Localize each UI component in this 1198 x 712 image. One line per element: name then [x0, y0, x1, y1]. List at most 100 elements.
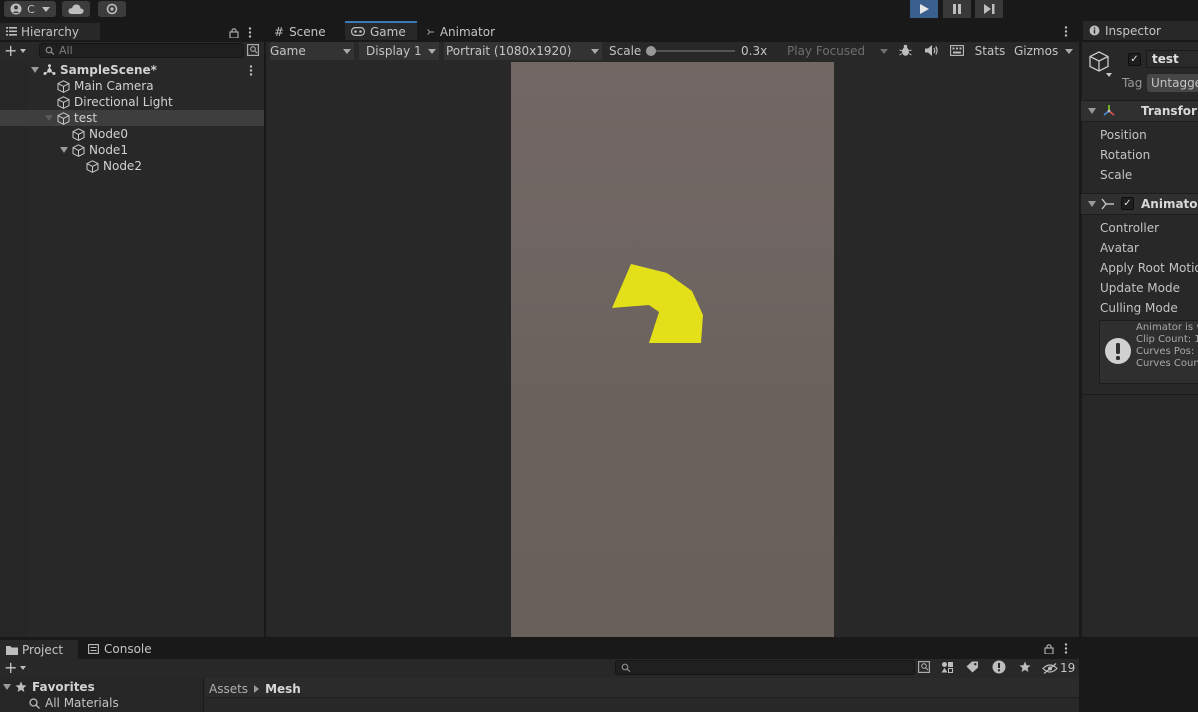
- star-icon: [15, 681, 27, 692]
- hierarchy-item-test[interactable]: test: [0, 110, 264, 126]
- tab-hierarchy-label: Hierarchy: [21, 24, 80, 39]
- object-name-input[interactable]: test: [1146, 50, 1198, 68]
- list-icon: [6, 27, 17, 36]
- project-search-input[interactable]: [615, 660, 915, 675]
- step-button[interactable]: [975, 0, 1003, 18]
- tab-console[interactable]: Console: [82, 640, 158, 657]
- hierarchy-item-label: Directional Light: [74, 95, 173, 109]
- hierarchy-item-node1[interactable]: Node1: [0, 142, 264, 158]
- hierarchy-item-node2[interactable]: Node2: [0, 158, 264, 174]
- game-mode-dropdown[interactable]: Game: [270, 42, 354, 60]
- game-viewport[interactable]: [511, 62, 834, 637]
- tab-hierarchy[interactable]: Hierarchy: [0, 23, 100, 40]
- scale-slider-track[interactable]: [651, 50, 735, 52]
- animator-enabled-checkbox[interactable]: ✓: [1121, 197, 1134, 210]
- project-create-button[interactable]: +: [2, 660, 36, 676]
- resolution-dropdown[interactable]: Portrait (1080x1920): [444, 42, 602, 60]
- scale-label: Scale: [609, 44, 642, 58]
- plus-icon: +: [4, 41, 18, 60]
- account-icon: [10, 3, 22, 15]
- cloud-button[interactable]: [62, 1, 90, 17]
- more-icon[interactable]: [1064, 643, 1068, 654]
- search-filter-icon[interactable]: [918, 661, 930, 673]
- scene-name: SampleScene*: [60, 63, 157, 77]
- chevron-down-icon: [343, 49, 351, 54]
- rotation-label: Rotation: [1100, 148, 1151, 162]
- scale-slider-handle[interactable]: [646, 46, 656, 56]
- play-button[interactable]: [910, 0, 938, 18]
- breadcrumb-assets[interactable]: Assets: [209, 682, 248, 696]
- scene-row[interactable]: SampleScene*: [0, 62, 264, 78]
- hierarchy-item-label: Node1: [89, 143, 128, 157]
- info-line: Clip Count: 1: [1136, 334, 1198, 345]
- pause-button[interactable]: [943, 0, 971, 18]
- lock-icon[interactable]: [229, 27, 239, 38]
- transform-icon: [1103, 105, 1115, 116]
- create-button[interactable]: +: [2, 43, 36, 59]
- chevron-down-icon: [45, 115, 53, 121]
- update-mode-label: Update Mode: [1100, 281, 1180, 295]
- hidden-count: 19: [1060, 661, 1076, 675]
- favorites-item-all-materials[interactable]: All Materials: [29, 696, 119, 710]
- stats-button[interactable]: Stats: [973, 42, 1007, 60]
- controller-label: Controller: [1100, 221, 1160, 235]
- services-button[interactable]: [98, 1, 126, 17]
- account-dropdown[interactable]: C: [4, 1, 56, 17]
- hierarchy-search-input[interactable]: All: [39, 43, 244, 58]
- info-line: Curves Pos: 0: [1136, 346, 1198, 357]
- favorites-label: Favorites: [32, 680, 95, 694]
- chevron-down-icon: [60, 147, 68, 153]
- breadcrumb-bar: [205, 678, 1079, 698]
- gizmos-label: Gizmos: [1014, 44, 1059, 58]
- hierarchy-item-node0[interactable]: Node0: [0, 126, 264, 142]
- tab-game[interactable]: Game: [345, 21, 417, 40]
- tab-animator[interactable]: Animator: [421, 23, 501, 40]
- favorites-row[interactable]: Favorites: [3, 680, 95, 694]
- chevron-down-icon: [591, 49, 599, 54]
- gameobject-large-icon[interactable]: [1088, 50, 1116, 78]
- tab-game-label: Game: [370, 24, 406, 39]
- tab-scene[interactable]: # Scene: [268, 23, 338, 40]
- chevron-down-icon: [1065, 49, 1073, 54]
- hierarchy-item-label: test: [74, 111, 98, 125]
- label-tag-icon[interactable]: [966, 661, 979, 673]
- star-icon[interactable]: [1019, 661, 1031, 673]
- avatar-label: Avatar: [1100, 241, 1139, 255]
- gameobject-icon: [86, 159, 99, 173]
- hierarchy-item-directional-light[interactable]: Directional Light: [0, 94, 264, 110]
- display-dropdown[interactable]: Display 1: [359, 42, 439, 60]
- tab-project-label: Project: [22, 642, 64, 657]
- console-icon: [88, 643, 99, 654]
- search-filter-icon[interactable]: [247, 44, 259, 56]
- chevron-down-icon: [20, 49, 27, 53]
- more-icon[interactable]: [248, 27, 252, 38]
- object-name-value: test: [1152, 52, 1179, 66]
- scene-more-icon[interactable]: [249, 65, 253, 76]
- warning-icon[interactable]: [992, 660, 1006, 674]
- search-icon: [45, 46, 55, 55]
- play-focused-dropdown[interactable]: Play Focused: [784, 42, 891, 60]
- scale-label: Scale: [1100, 168, 1133, 182]
- speaker-icon[interactable]: [925, 45, 938, 56]
- filter-by-type-icon[interactable]: [941, 661, 954, 673]
- active-checkbox[interactable]: ✓: [1128, 53, 1141, 66]
- hierarchy-item-label: Node0: [89, 127, 128, 141]
- search-icon: [621, 663, 631, 672]
- gizmos-dropdown[interactable]: Gizmos: [1010, 42, 1076, 60]
- pause-icon: [953, 4, 961, 14]
- gameobject-icon: [57, 95, 70, 109]
- tab-project[interactable]: Project: [0, 640, 78, 659]
- tab-inspector[interactable]: Inspector: [1083, 21, 1198, 40]
- bug-icon[interactable]: [899, 44, 912, 57]
- animator-title: Animator: [1141, 197, 1198, 211]
- breadcrumb-mesh[interactable]: Mesh: [265, 682, 301, 696]
- center-more-icon[interactable]: [1064, 26, 1068, 37]
- hidden-packages-toggle[interactable]: 19: [1042, 660, 1076, 676]
- keyboard-icon[interactable]: [950, 45, 964, 56]
- tag-dropdown[interactable]: Untagged: [1147, 74, 1198, 92]
- gameobject-icon: [57, 79, 70, 93]
- game-mode-label: Game: [270, 44, 306, 58]
- hierarchy-item-main-camera[interactable]: Main Camera: [0, 78, 264, 94]
- lock-icon[interactable]: [1044, 643, 1054, 654]
- info-icon: [1089, 25, 1100, 36]
